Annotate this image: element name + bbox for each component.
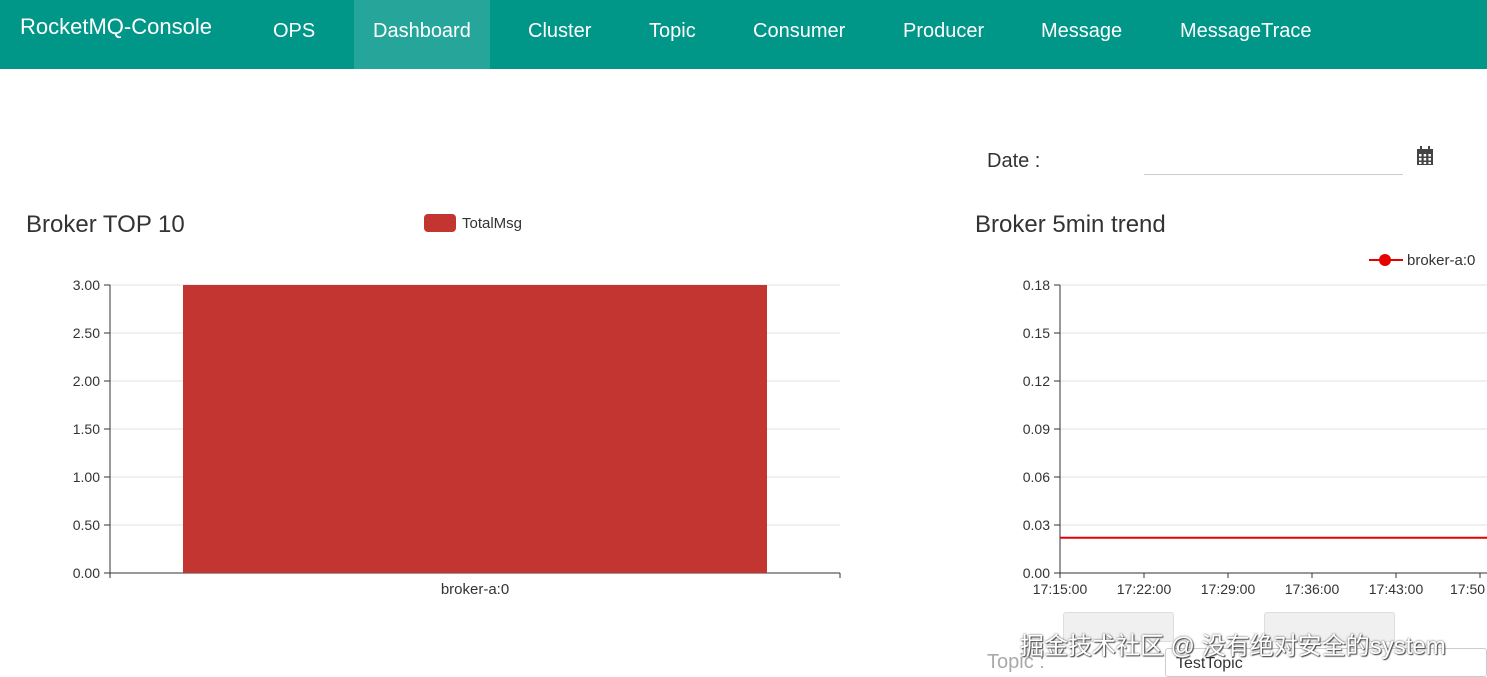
y-tick-label: 1.50 <box>73 421 100 437</box>
broker-trend-title: Broker 5min trend <box>975 211 1166 238</box>
y-tick-label: 3.00 <box>73 277 100 293</box>
bar-legend[interactable]: TotalMsg <box>424 214 522 232</box>
y-tick-label: 0.18 <box>1023 277 1050 293</box>
x-tick-label: 17:36:00 <box>1285 581 1340 597</box>
nav-item-cluster[interactable]: Cluster <box>528 0 591 69</box>
y-tick-label: 0.12 <box>1023 373 1050 389</box>
nav-item-message[interactable]: Message <box>1041 0 1122 69</box>
x-tick-label: 17:15:00 <box>1033 581 1088 597</box>
calendar-icon[interactable] <box>1416 146 1434 166</box>
bar-legend-swatch <box>424 214 456 232</box>
nav-item-consumer[interactable]: Consumer <box>753 0 845 69</box>
y-tick-label: 2.00 <box>73 373 100 389</box>
date-input[interactable] <box>1144 145 1403 175</box>
x-tick-label: 17:29:00 <box>1201 581 1256 597</box>
x-tick-label: 17:22:00 <box>1117 581 1172 597</box>
nav-item-messagetrace[interactable]: MessageTrace <box>1180 0 1312 69</box>
date-label: Date : <box>987 150 1041 172</box>
x-tick-label: 17:43:00 <box>1369 581 1424 597</box>
y-tick-label: 0.00 <box>1023 565 1050 581</box>
bar-legend-label: TotalMsg <box>462 214 523 232</box>
broker-top10-chart: 3.00 2.50 2.00 1.50 1.00 0.50 0.00 broker-a:0 <box>73 277 841 598</box>
y-tick-label: 0.03 <box>1023 517 1050 533</box>
watermark: 掘金技术社区 @ 没有绝对安全的system <box>1020 633 1446 660</box>
nav-item-producer[interactable]: Producer <box>903 0 984 69</box>
y-tick-label: 0.06 <box>1023 469 1050 485</box>
line-legend-label: broker-a:0 <box>1407 251 1476 269</box>
y-tick-label: 1.00 <box>73 469 100 485</box>
broker-trend-chart: 0.18 0.15 0.12 0.09 0.06 0.03 0.0017:15:00 17:2… <box>1023 277 1487 597</box>
y-tick-label: 0.00 <box>73 565 100 581</box>
y-tick-label: 0.09 <box>1023 421 1050 437</box>
y-tick-label: 2.50 <box>73 325 100 341</box>
y-tick-label: 0.50 <box>73 517 100 533</box>
line-legend[interactable]: broker-a:0 <box>1369 250 1475 270</box>
bar-broker-a:0 <box>183 285 767 573</box>
y-tick-label: 0.15 <box>1023 325 1050 341</box>
nav-item-ops[interactable]: OPS <box>273 0 315 69</box>
nav-item-dashboard[interactable]: Dashboard <box>354 0 490 69</box>
nav-item-topic[interactable]: Topic <box>649 0 696 69</box>
brand-title[interactable]: RocketMQ-Console <box>20 14 212 40</box>
line-legend-marker <box>1369 254 1403 266</box>
top-navbar: RocketMQ-Console OPS Dashboard Cluster T… <box>0 0 1487 69</box>
x-tick-label: broker-a:0 <box>441 581 509 598</box>
x-tick-label: 17:50 <box>1450 581 1485 597</box>
broker-top10-title: Broker TOP 10 <box>26 211 185 238</box>
